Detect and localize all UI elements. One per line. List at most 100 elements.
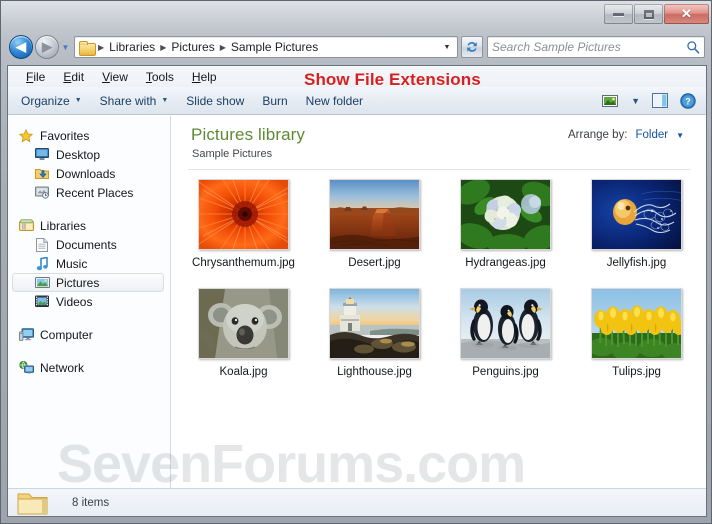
thumbnail-wrap <box>329 179 420 250</box>
desert-thumbnail[interactable] <box>329 179 420 250</box>
tulips-thumbnail[interactable] <box>591 288 682 359</box>
sidebar-item-pictures[interactable]: Pictures <box>8 273 170 292</box>
sidebar-item-music[interactable]: Music <box>8 254 170 273</box>
folder-icon <box>79 40 96 56</box>
preview-pane-button[interactable] <box>646 90 674 111</box>
arrange-by-label: Arrange by: <box>568 129 628 141</box>
breadcrumb-separator: ▶ <box>98 42 105 52</box>
documents-icon <box>34 237 50 253</box>
sidebar-item-label: Videos <box>56 294 93 309</box>
thumbnail-wrap <box>591 179 682 250</box>
arrange-by-control[interactable]: Arrange by: Folder ▼ <box>568 129 684 141</box>
content-pane: Pictures library Sample Pictures Arrange… <box>172 116 706 488</box>
back-button[interactable]: ◀ <box>9 35 33 59</box>
new-folder-button[interactable]: New folder <box>297 90 372 112</box>
change-view-dropdown[interactable]: ▼ <box>625 93 646 109</box>
thumbnail-wrap <box>198 288 289 359</box>
change-view-button[interactable] <box>596 91 625 111</box>
sidebar-item-documents[interactable]: Documents <box>8 235 170 254</box>
file-name: Desert.jpg <box>348 257 401 269</box>
sidebar-item-videos[interactable]: Videos <box>8 292 170 311</box>
penguins-thumbnail[interactable] <box>460 288 551 359</box>
search-input[interactable] <box>492 40 686 54</box>
computer-icon <box>18 327 34 343</box>
share-with-label: Share with <box>99 93 157 108</box>
chevron-down-icon: ▼ <box>161 97 169 104</box>
breadcrumb-separator: ▶ <box>160 42 167 52</box>
menu-help[interactable]: Help <box>183 68 226 86</box>
address-bar-row: ◀ ▶ ▼ ▶ Libraries ▶ Pictures ▶ Sample Pi… <box>1 32 711 62</box>
address-bar[interactable]: ▶ Libraries ▶ Pictures ▶ Sample Pictures… <box>74 36 458 58</box>
refresh-button[interactable] <box>461 36 483 58</box>
menu-view[interactable]: View <box>93 68 137 86</box>
forward-button[interactable]: ▶ <box>35 35 59 59</box>
file-name: Koala.jpg <box>219 366 268 378</box>
sidebar-item-label: Music <box>56 256 88 271</box>
title-bar: ✕ <box>1 1 711 29</box>
sidebar-group-libraries[interactable]: Libraries <box>8 216 170 235</box>
koala-thumbnail[interactable] <box>198 288 289 359</box>
sidebar-item-label: Recent Places <box>56 185 134 200</box>
menu-file[interactable]: File <box>17 68 54 86</box>
sidebar-item-label: Downloads <box>56 166 116 181</box>
annotation-show-file-extensions: Show File Extensions <box>304 70 481 89</box>
address-dropdown-icon[interactable]: ▼ <box>439 37 455 57</box>
arrange-by-value[interactable]: Folder <box>635 129 668 141</box>
help-button[interactable]: ? <box>674 90 702 112</box>
file-name: Jellyfish.jpg <box>606 257 667 269</box>
page-title: Pictures library <box>191 125 306 144</box>
sidebar-item-desktop[interactable]: Desktop <box>8 145 170 164</box>
forward-arrow-icon: ▶ <box>42 39 52 54</box>
list-item[interactable]: Lighthouse.jpg <box>309 288 440 398</box>
close-button[interactable]: ✕ <box>664 4 709 24</box>
sidebar-group-label: Favorites <box>40 128 90 143</box>
minimize-button[interactable] <box>604 4 633 24</box>
refresh-icon <box>467 41 477 52</box>
breadcrumb-item-pictures[interactable]: Pictures <box>168 38 217 56</box>
list-item[interactable]: Jellyfish.jpg <box>571 179 702 289</box>
desktop-icon <box>34 147 50 163</box>
explorer-window: ✕ ◀ ▶ ▼ ▶ Libraries ▶ Pictures ▶ Sample … <box>0 0 712 524</box>
window-controls: ✕ <box>604 3 709 25</box>
new-folder-label: New folder <box>305 93 364 108</box>
chevron-down-icon[interactable]: ▼ <box>676 131 684 140</box>
slide-show-button[interactable]: Slide show <box>177 90 253 112</box>
hydrangeas-thumbnail[interactable] <box>460 179 551 250</box>
menu-edit[interactable]: Edit <box>54 68 93 86</box>
details-pane: 8 items <box>8 488 706 516</box>
sidebar-item-downloads[interactable]: Downloads <box>8 164 170 183</box>
list-item[interactable]: Koala.jpg <box>178 288 309 398</box>
help-icon: ? <box>680 92 696 109</box>
list-item[interactable]: Penguins.jpg <box>440 288 571 398</box>
recent-pages-button[interactable]: ▼ <box>59 35 72 59</box>
breadcrumb-item-libraries[interactable]: Libraries <box>106 38 158 56</box>
organize-button[interactable]: Organize ▼ <box>12 90 91 112</box>
sidebar-group-label: Libraries <box>40 218 87 233</box>
navigation-pane[interactable]: Favorites Desktop Downloads Recent Place… <box>8 116 171 488</box>
client-area: File Edit View Tools Help Organize ▼ Sha… <box>7 65 707 517</box>
file-name: Penguins.jpg <box>472 366 539 378</box>
sidebar-group-favorites[interactable]: Favorites <box>8 126 170 145</box>
search-box[interactable] <box>487 36 705 58</box>
network-icon <box>18 360 34 376</box>
share-with-button[interactable]: Share with ▼ <box>91 90 178 112</box>
thumbnail-wrap <box>198 179 289 250</box>
list-item[interactable]: Chrysanthemum.jpg <box>178 179 309 289</box>
menu-tools[interactable]: Tools <box>137 68 183 86</box>
sidebar-group-network[interactable]: Network <box>8 358 170 377</box>
sidebar-item-recent-places[interactable]: Recent Places <box>8 183 170 202</box>
burn-label: Burn <box>262 93 288 108</box>
list-item[interactable]: Tulips.jpg <box>571 288 702 398</box>
sidebar-group-computer[interactable]: Computer <box>8 325 170 344</box>
burn-button[interactable]: Burn <box>253 90 296 112</box>
breadcrumb-item-sample-pictures[interactable]: Sample Pictures <box>228 38 321 56</box>
page-subtitle: Sample Pictures <box>192 148 273 160</box>
chrysanthemum-thumbnail[interactable] <box>198 179 289 250</box>
list-item[interactable]: Desert.jpg <box>309 179 440 289</box>
jellyfish-thumbnail[interactable] <box>591 179 682 250</box>
maximize-button[interactable] <box>634 4 663 24</box>
maximize-icon <box>635 5 662 23</box>
list-item[interactable]: Hydrangeas.jpg <box>440 179 571 289</box>
lighthouse-thumbnail[interactable] <box>329 288 420 359</box>
